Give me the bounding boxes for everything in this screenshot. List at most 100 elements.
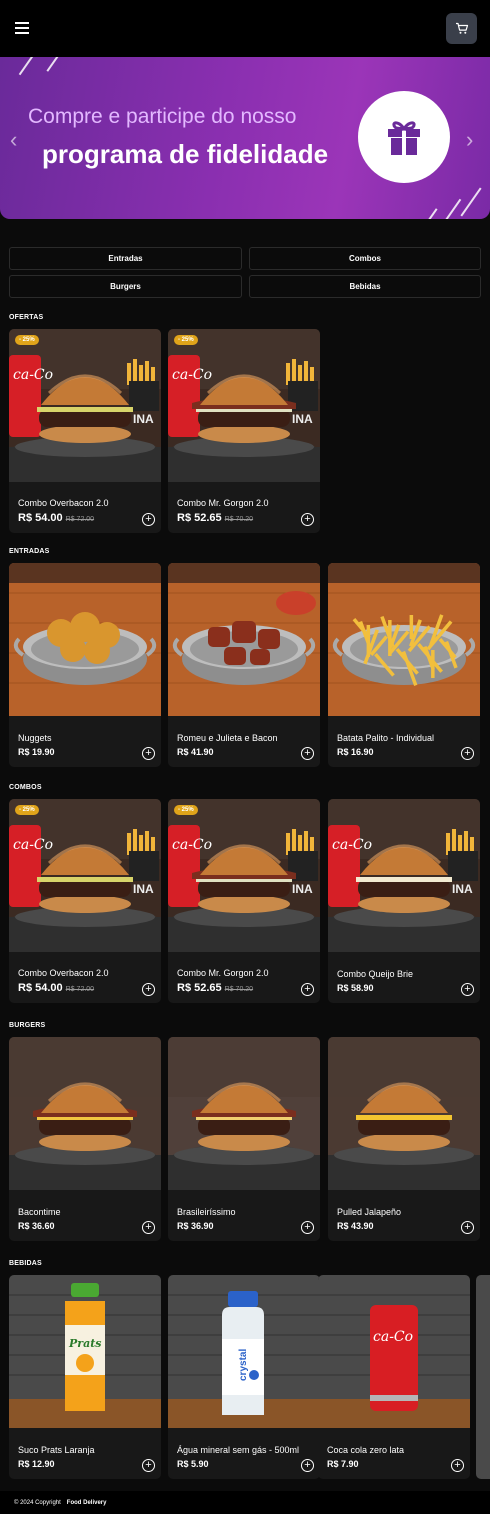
product-card[interactable]: ca-Co INA Combo Queijo Brie R$ 58.90 + bbox=[328, 799, 480, 1003]
product-card[interactable]: ca-Co INA - 25% Combo Overbacon 2.0 R$ 54… bbox=[9, 329, 161, 533]
svg-text:ca-Co: ca-Co bbox=[332, 837, 372, 853]
add-to-cart-icon[interactable]: + bbox=[301, 1459, 314, 1472]
product-price: R$ 52.65 R$ 70.20 bbox=[177, 982, 253, 994]
product-price: R$ 12.90 bbox=[18, 1459, 55, 1469]
current-price: R$ 12.90 bbox=[18, 1459, 55, 1469]
cart-button[interactable] bbox=[446, 13, 477, 44]
add-to-cart-icon[interactable]: + bbox=[301, 1221, 314, 1234]
add-to-cart-icon[interactable]: + bbox=[142, 513, 155, 526]
current-price: R$ 7.90 bbox=[327, 1459, 359, 1469]
product-card[interactable]: ca-Co INA - 25% Combo Mr. Gorgon 2.0 R$ 5… bbox=[168, 799, 320, 1003]
product-image bbox=[328, 563, 480, 716]
product-image: ca-Co INA bbox=[9, 329, 161, 482]
discount-badge: - 25% bbox=[174, 335, 198, 345]
svg-text:crystal: crystal bbox=[238, 1349, 249, 1381]
discount-badge: - 25% bbox=[15, 335, 39, 345]
product-price: R$ 43.90 bbox=[337, 1221, 374, 1231]
banner-title: programa de fidelidade bbox=[42, 139, 329, 169]
add-to-cart-icon[interactable]: + bbox=[461, 1221, 474, 1234]
old-price: R$ 70.20 bbox=[224, 986, 254, 993]
product-price: R$ 36.90 bbox=[177, 1221, 214, 1231]
current-price: R$ 5.90 bbox=[177, 1459, 209, 1469]
banner-subtitle: Compre e participe do nosso bbox=[28, 105, 297, 128]
old-price: R$ 72.00 bbox=[65, 516, 95, 523]
svg-text:Prats: Prats bbox=[68, 1337, 101, 1350]
product-image bbox=[9, 563, 161, 716]
current-price: R$ 58.90 bbox=[337, 983, 374, 993]
current-price: R$ 54.00 bbox=[18, 512, 63, 524]
product-price: R$ 19.90 bbox=[18, 747, 55, 757]
add-to-cart-icon[interactable]: + bbox=[461, 983, 474, 996]
current-price: R$ 19.90 bbox=[18, 747, 55, 757]
current-price: R$ 36.60 bbox=[18, 1221, 55, 1231]
product-name: Nuggets bbox=[18, 733, 52, 743]
top-bar bbox=[0, 0, 490, 57]
category-button-burgers[interactable]: Burgers bbox=[9, 275, 242, 298]
product-image: Prats bbox=[9, 1275, 161, 1428]
section-title-combos: COMBOS bbox=[9, 784, 42, 791]
gift-badge bbox=[358, 91, 450, 183]
section-title-burgers: BURGERS bbox=[9, 1022, 46, 1029]
product-card[interactable]: ca-Co INA - 25% Combo Mr. Gorgon 2.0 R$ 5… bbox=[168, 329, 320, 533]
loyalty-banner[interactable]: ‹ › Compre e participe do nosso programa… bbox=[0, 57, 490, 219]
add-to-cart-icon[interactable]: + bbox=[301, 983, 314, 996]
product-price: R$ 41.90 bbox=[177, 747, 214, 757]
product-image bbox=[168, 563, 320, 716]
product-card[interactable]: Pulled Jalapeño R$ 43.90 + bbox=[328, 1037, 480, 1241]
product-price: R$ 36.60 bbox=[18, 1221, 55, 1231]
product-name: Pulled Jalapeño bbox=[337, 1207, 402, 1217]
add-to-cart-icon[interactable]: + bbox=[142, 983, 155, 996]
product-name: Batata Palito - Individual bbox=[337, 733, 435, 743]
product-image: ca-Co INA bbox=[9, 799, 161, 952]
next-card-peek bbox=[476, 1275, 490, 1479]
add-to-cart-icon[interactable]: + bbox=[142, 1459, 155, 1472]
product-name: Combo Mr. Gorgon 2.0 bbox=[177, 968, 269, 978]
product-card[interactable]: Bacontime R$ 36.60 + bbox=[9, 1037, 161, 1241]
add-to-cart-icon[interactable]: + bbox=[451, 1459, 464, 1472]
discount-badge: - 25% bbox=[174, 805, 198, 815]
product-card[interactable]: Prats Suco Prats Laranja R$ 12.90 + bbox=[9, 1275, 161, 1479]
current-price: R$ 41.90 bbox=[177, 747, 214, 757]
svg-text:ca-Co: ca-Co bbox=[373, 1329, 413, 1345]
product-price: R$ 16.90 bbox=[337, 747, 374, 757]
product-name: Combo Overbacon 2.0 bbox=[18, 968, 109, 978]
chevron-right-icon[interactable]: › bbox=[466, 127, 473, 153]
product-card[interactable]: Nuggets R$ 19.90 + bbox=[9, 563, 161, 767]
category-button-entradas[interactable]: Entradas bbox=[9, 247, 242, 270]
product-price: R$ 54.00 R$ 72.00 bbox=[18, 512, 94, 524]
gift-icon bbox=[388, 121, 420, 155]
product-card[interactable]: crystal Água mineral sem gás - 500ml R$ … bbox=[168, 1275, 320, 1479]
product-name: Combo Queijo Brie bbox=[337, 969, 414, 979]
add-to-cart-icon[interactable]: + bbox=[301, 747, 314, 760]
product-name: Água mineral sem gás - 500ml bbox=[177, 1445, 300, 1455]
svg-text:ca-Co: ca-Co bbox=[13, 837, 53, 853]
current-price: R$ 52.65 bbox=[177, 512, 222, 524]
svg-text:INA: INA bbox=[292, 412, 313, 426]
old-price: R$ 72.00 bbox=[65, 986, 95, 993]
add-to-cart-icon[interactable]: + bbox=[142, 747, 155, 760]
current-price: R$ 16.90 bbox=[337, 747, 374, 757]
svg-text:ca-Co: ca-Co bbox=[172, 837, 212, 853]
product-card[interactable]: Romeu e Julieta e Bacon R$ 41.90 + bbox=[168, 563, 320, 767]
svg-text:ca-Co: ca-Co bbox=[13, 367, 53, 383]
chevron-left-icon[interactable]: ‹ bbox=[10, 127, 17, 153]
product-card[interactable]: ca-Co INA - 25% Combo Overbacon 2.0 R$ 54… bbox=[9, 799, 161, 1003]
current-price: R$ 54.00 bbox=[18, 982, 63, 994]
hamburger-menu-icon[interactable] bbox=[13, 20, 31, 36]
product-name: Romeu e Julieta e Bacon bbox=[177, 733, 278, 743]
current-price: R$ 43.90 bbox=[337, 1221, 374, 1231]
product-image: ca-Co INA bbox=[168, 329, 320, 482]
product-price: R$ 5.90 bbox=[177, 1459, 209, 1469]
add-to-cart-icon[interactable]: + bbox=[461, 747, 474, 760]
category-button-combos[interactable]: Combos bbox=[249, 247, 481, 270]
product-card[interactable]: Batata Palito - Individual R$ 16.90 + bbox=[328, 563, 480, 767]
shopping-cart-icon bbox=[455, 22, 468, 34]
product-card[interactable]: ca-Co Coca cola zero lata R$ 7.90 + bbox=[318, 1275, 470, 1479]
footer-brand: Food Delivery bbox=[66, 1499, 107, 1506]
svg-text:INA: INA bbox=[133, 882, 154, 896]
product-card[interactable]: Brasileiríssimo R$ 36.90 + bbox=[168, 1037, 320, 1241]
add-to-cart-icon[interactable]: + bbox=[301, 513, 314, 526]
current-price: R$ 36.90 bbox=[177, 1221, 214, 1231]
category-button-bebidas[interactable]: Bebidas bbox=[249, 275, 481, 298]
add-to-cart-icon[interactable]: + bbox=[142, 1221, 155, 1234]
